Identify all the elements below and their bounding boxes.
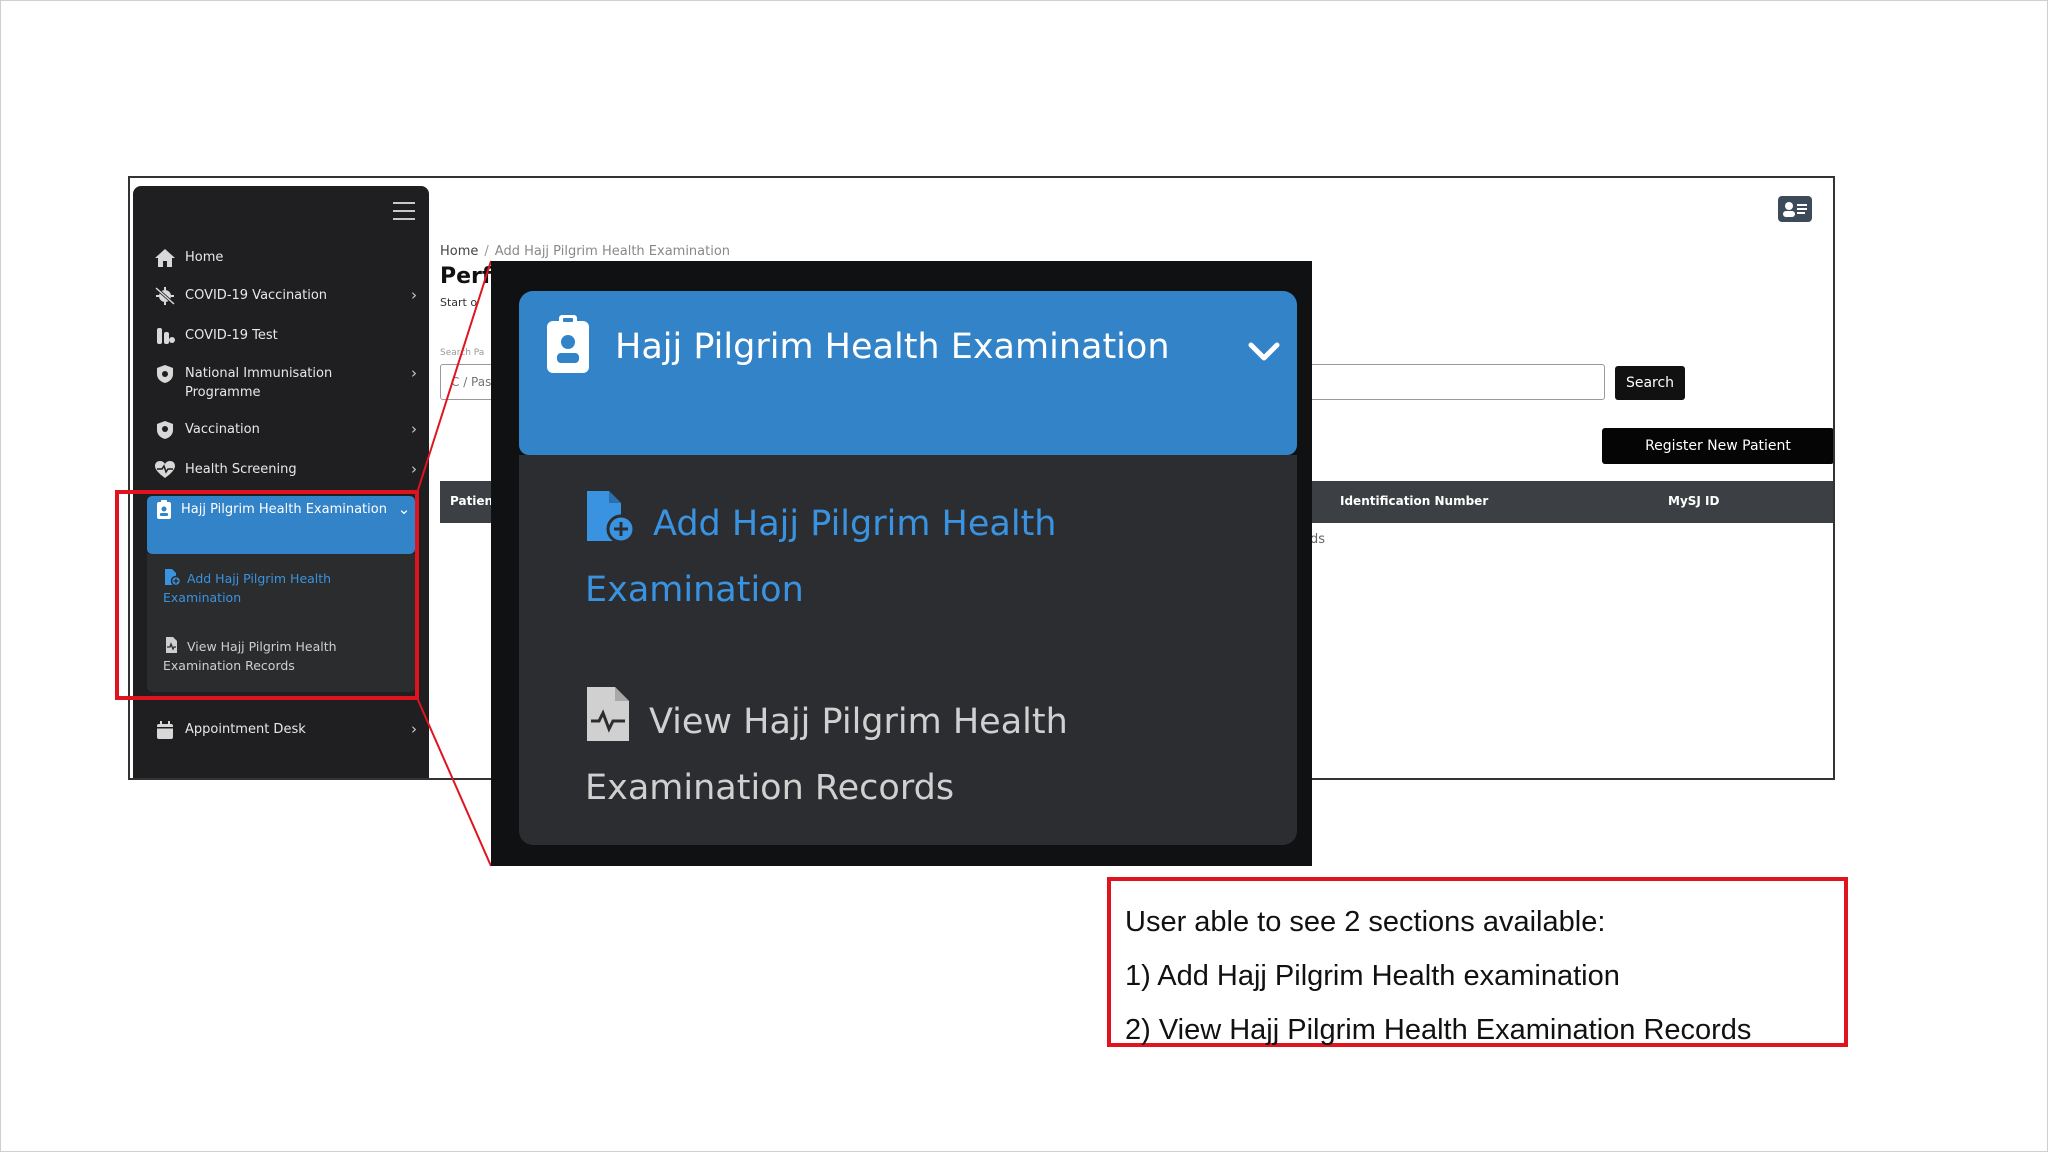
zoom-item-add-hajj-exam[interactable]: Add Hajj Pilgrim Health Examination bbox=[585, 489, 1285, 618]
zoom-item-label: View Hajj Pilgrim Health Examination Rec… bbox=[585, 702, 1068, 808]
zoom-item-label: Add Hajj Pilgrim Health Examination bbox=[585, 504, 1057, 610]
zoom-header-hajj[interactable]: Hajj Pilgrim Health Examination bbox=[519, 291, 1297, 455]
zoom-item-view-hajj-records[interactable]: View Hajj Pilgrim Health Examination Rec… bbox=[585, 685, 1285, 816]
annotation-note: User able to see 2 sections available: 1… bbox=[1107, 877, 1848, 1047]
file-medical-icon bbox=[585, 685, 631, 760]
file-plus-icon bbox=[585, 489, 636, 562]
zoom-header-title: Hajj Pilgrim Health Examination bbox=[615, 327, 1170, 367]
note-line-3: 2) View Hajj Pilgrim Health Examination … bbox=[1125, 1014, 1752, 1046]
id-badge-icon bbox=[545, 315, 591, 375]
chevron-down-icon bbox=[1247, 341, 1281, 368]
zoom-callout: Hajj Pilgrim Health Examination Add Hajj… bbox=[491, 261, 1312, 866]
note-line-1: User able to see 2 sections available: bbox=[1125, 906, 1606, 938]
note-line-2: 1) Add Hajj Pilgrim Health examination bbox=[1125, 960, 1620, 992]
